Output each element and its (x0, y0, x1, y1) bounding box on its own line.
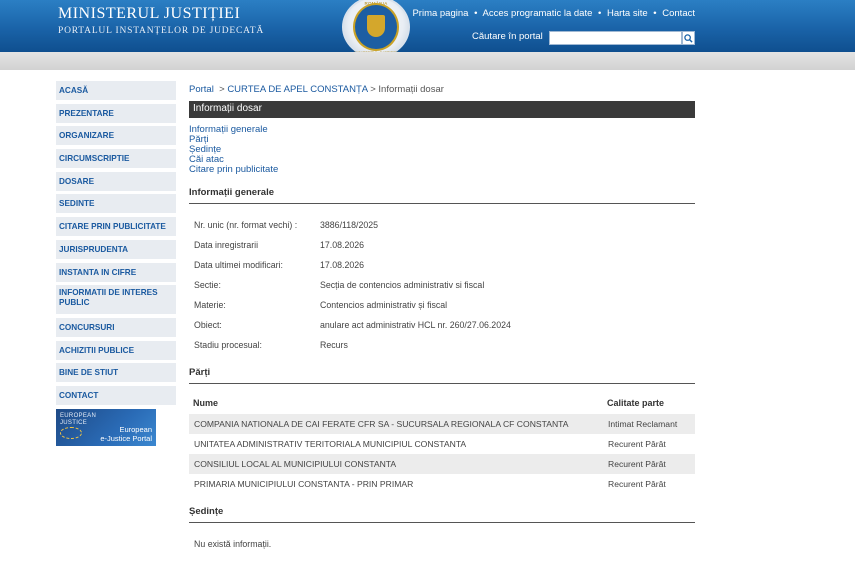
info-row: Sectie: Secția de contencios administrat… (194, 280, 484, 290)
column-header-nume: Nume (193, 398, 219, 408)
nav-harta-site[interactable]: Harta site (607, 8, 648, 19)
info-row: Data ultimei modificari: 17.08.2026 (194, 260, 364, 270)
nav-separator: • (653, 8, 657, 19)
page-title: Informații dosar (189, 101, 695, 118)
table-row: UNITATEA ADMINISTRATIV TERITORIALA MUNIC… (189, 434, 695, 454)
ejustice-portal-banner[interactable]: EUROPEAN JUSTICE European e-Justice Port… (56, 409, 156, 446)
magnifier-icon (684, 34, 693, 43)
ejustice-text: European e-Justice Portal (100, 425, 152, 443)
info-value: anulare act administrativ HCL nr. 260/27… (320, 320, 511, 330)
info-label: Data ultimei modificari: (194, 260, 283, 270)
breadcrumb-separator: > (370, 84, 376, 95)
info-row: Stadiu procesual: Recurs (194, 340, 348, 350)
breadcrumb-current: Informații dosar (378, 84, 444, 95)
breadcrumb-separator: > (219, 84, 225, 95)
party-name: COMPANIA NATIONALA DE CAI FERATE CFR SA … (194, 419, 569, 429)
link-citare-publicitate[interactable]: Citare prin publicitate (189, 165, 278, 175)
main-content: Portal > CURTEA DE APEL CONSTANȚA > Info… (189, 84, 695, 549)
search-button[interactable] (682, 31, 695, 45)
sidebar-item-prezentare[interactable]: PREZENTARE (56, 103, 176, 123)
sidebar-item-informatii-interes-public[interactable]: INFORMATII DE INTERES PUBLIC (56, 285, 176, 315)
sidebar-menu: ACASĂ PREZENTARE ORGANIZARE CIRCUMSCRIPT… (56, 81, 176, 409)
crest-logo[interactable]: ROMÂNIA MINISTERUL JUSTIȚIEI (342, 0, 410, 58)
sidebar-item-achizitii-publice[interactable]: ACHIZITII PUBLICE (56, 340, 176, 360)
table-row: COMPANIA NATIONALA DE CAI FERATE CFR SA … (189, 414, 695, 434)
sidebar-item-acasa[interactable]: ACASĂ (56, 81, 176, 100)
sidebar-item-circumscriptie[interactable]: CIRCUMSCRIPTIE (56, 149, 176, 169)
info-value: Recurs (320, 340, 348, 350)
info-label: Nr. unic (nr. format vechi) : (194, 220, 298, 230)
party-quality: Recurent Pârât (608, 439, 666, 449)
info-label: Data inregistrarii (194, 240, 259, 250)
nav-separator: • (598, 8, 602, 19)
header-strip (0, 52, 855, 70)
coat-of-arms-icon (367, 15, 385, 37)
sidebar-item-sedinte[interactable]: SEDINTE (56, 194, 176, 214)
section-links: Informații generale Părți Ședințe Căi at… (189, 125, 278, 175)
sidebar-item-jurisprudenta[interactable]: JURISPRUDENTA (56, 239, 176, 259)
search-label: Căutare în portal (472, 31, 543, 42)
section-heading-general: Informații generale (189, 187, 695, 204)
ejustice-text-line2: e-Justice Portal (100, 434, 152, 443)
info-label: Sectie: (194, 280, 221, 290)
ejustice-logo-line1: EUROPEAN (60, 413, 97, 419)
section-heading-sedinte: Ședințe (189, 506, 695, 523)
party-quality: Recurent Pârât (608, 479, 666, 489)
table-row: PRIMARIA MUNICIPIULUI CONSTANTA - PRIN P… (189, 474, 695, 494)
sidebar-item-dosare[interactable]: DOSARE (56, 171, 176, 191)
breadcrumb-portal[interactable]: Portal (189, 84, 214, 95)
sidebar-item-organizare[interactable]: ORGANIZARE (56, 126, 176, 146)
sidebar-item-contact[interactable]: CONTACT (56, 385, 176, 405)
nav-contact[interactable]: Contact (662, 8, 695, 19)
breadcrumb: Portal > CURTEA DE APEL CONSTANȚA > Info… (189, 84, 695, 95)
top-navigation: Prima pagina • Acces programatic la date… (412, 8, 695, 19)
crest-emblem (353, 3, 399, 51)
info-label: Materie: (194, 300, 226, 310)
info-row: Materie: Contencios administrativ și fis… (194, 300, 447, 310)
search-input[interactable] (549, 31, 682, 45)
info-value: Contencios administrativ și fiscal (320, 300, 448, 310)
site-header: MINISTERUL JUSTIȚIEI PORTALUL INSTANȚELO… (0, 0, 855, 58)
info-value: 17.08.2026 (320, 240, 365, 250)
ejustice-logo-line2: JUSTICE (60, 420, 88, 426)
info-label: Stadiu procesual: (194, 340, 262, 350)
sidebar-item-bine-de-stiut[interactable]: BINE DE STIUT (56, 363, 176, 383)
site-subtitle: PORTALUL INSTANȚELOR DE JUDECATĂ (58, 26, 265, 36)
section-heading-parti: Părți (189, 367, 695, 384)
table-row: CONSILIUL LOCAL AL MUNICIPIULUI CONSTANT… (189, 454, 695, 474)
info-row: Nr. unic (nr. format vechi) : 3886/118/2… (194, 220, 378, 230)
info-label: Obiect: (194, 320, 222, 330)
nav-acces-programatic[interactable]: Acces programatic la date (483, 8, 593, 19)
parti-table-header: Nume Calitate parte (189, 393, 695, 413)
party-quality: Recurent Pârât (608, 459, 666, 469)
eu-stars-icon (60, 427, 82, 439)
sidebar-item-citare[interactable]: CITARE PRIN PUBLICITATE (56, 217, 176, 237)
column-header-calitate: Calitate parte (607, 398, 665, 408)
breadcrumb-court[interactable]: CURTEA DE APEL CONSTANȚA (227, 84, 367, 95)
info-row: Data inregistrarii 17.08.2026 (194, 240, 364, 250)
ejustice-text-line1: European (119, 425, 152, 434)
info-value: 17.08.2026 (320, 260, 365, 270)
info-value: 3886/118/2025 (320, 220, 379, 230)
ejustice-logo: EUROPEAN JUSTICE (60, 413, 96, 427)
site-title[interactable]: MINISTERUL JUSTIȚIEI (58, 5, 240, 23)
sidebar-item-concursuri[interactable]: CONCURSURI (56, 317, 176, 337)
info-value: Secția de contencios administrativ si fi… (320, 280, 485, 290)
nav-separator: • (474, 8, 478, 19)
party-name: CONSILIUL LOCAL AL MUNICIPIULUI CONSTANT… (194, 459, 397, 469)
party-name: UNITATEA ADMINISTRATIV TERITORIALA MUNIC… (194, 439, 467, 449)
sidebar-item-instanta-in-cifre[interactable]: INSTANTA IN CIFRE (56, 262, 176, 282)
empty-message: Nu există informații. (194, 539, 272, 549)
party-quality: Intimat Reclamant (608, 419, 678, 429)
nav-prima-pagina[interactable]: Prima pagina (412, 8, 468, 19)
party-name: PRIMARIA MUNICIPIULUI CONSTANTA - PRIN P… (194, 479, 414, 489)
info-row: Obiect: anulare act administrativ HCL nr… (194, 320, 511, 330)
